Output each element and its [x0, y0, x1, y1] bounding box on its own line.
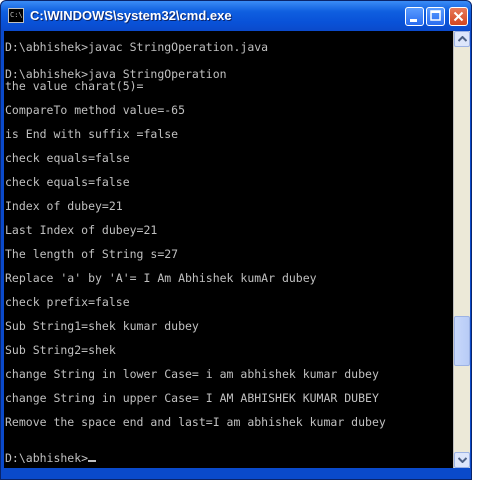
console-line: is End with suffix =false [5, 127, 179, 141]
title-bar[interactable]: C:\ C:\WINDOWS\system32\cmd.exe [1, 1, 471, 31]
console-line: Sub String1=shek kumar dubey [5, 319, 199, 333]
close-icon [453, 11, 464, 22]
vertical-scrollbar[interactable] [453, 31, 470, 468]
console-line: change String in lower Case= i am abhish… [5, 367, 379, 381]
prompt-text: D:\abhishek> [5, 451, 89, 465]
scroll-thumb[interactable] [454, 316, 470, 366]
window-frame-bottom[interactable] [1, 468, 471, 479]
close-button[interactable] [449, 7, 468, 26]
maximize-button[interactable] [426, 7, 445, 26]
console-line: Remove the space end and last=I am abhis… [5, 415, 386, 429]
scroll-up-button[interactable] [454, 31, 470, 47]
window-frame-right [470, 31, 471, 471]
console-line: Replace 'a' by 'A'= I Am Abhishek kumAr … [5, 271, 317, 285]
minimize-button[interactable] [405, 7, 424, 26]
chevron-down-icon [458, 457, 467, 463]
console-line: The length of String s=27 [5, 247, 179, 261]
console-line: check equals=false [5, 151, 130, 165]
console-line: check equals=false [5, 175, 130, 189]
text-cursor [88, 460, 97, 462]
console-line: change String in upper Case= I AM ABHISH… [5, 391, 379, 405]
window-title: C:\WINDOWS\system32\cmd.exe [30, 8, 232, 23]
console-line: Index of dubey=21 [5, 199, 123, 213]
scroll-down-button[interactable] [454, 452, 470, 468]
chevron-up-icon [458, 36, 467, 42]
cmd-window: C:\ C:\WINDOWS\system32\cmd.exe D:\abhis… [0, 0, 472, 480]
cmd-icon[interactable]: C:\ [8, 8, 24, 23]
maximize-icon [430, 10, 441, 21]
command-prompt[interactable]: D:\abhishek> [5, 451, 97, 465]
console-line: CompareTo method value=-65 [5, 103, 186, 117]
console-line: D:\abhishek>javac StringOperation.java [5, 40, 269, 54]
console-line: check prefix=false [5, 295, 130, 309]
console-line: the value charat(5)= [5, 79, 144, 93]
console-line: Last Index of dubey=21 [5, 223, 158, 237]
minimize-icon [410, 19, 417, 22]
console-output[interactable]: D:\abhishek>javac StringOperation.java D… [1, 31, 453, 468]
console-line: Sub String2=shek [5, 343, 116, 357]
